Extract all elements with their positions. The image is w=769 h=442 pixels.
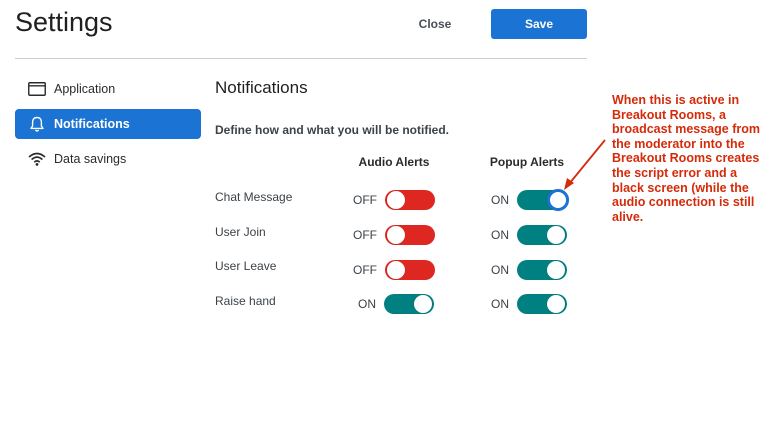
- column-header-audio-alerts: Audio Alerts: [358, 155, 430, 169]
- sidebar-item-label: Data savings: [54, 152, 127, 166]
- toggle-track: [517, 260, 567, 280]
- row-label-chat-message: Chat Message: [215, 190, 293, 204]
- section-description: Define how and what you will be notified…: [215, 123, 450, 137]
- toggle-knob: [414, 295, 432, 313]
- toggle-track: [385, 225, 435, 245]
- row-label-raise-hand: Raise hand: [215, 294, 276, 308]
- toggle-knob: [387, 226, 405, 244]
- toggle-state-label: ON: [491, 228, 509, 242]
- annotation-arrow-icon: [564, 139, 606, 190]
- toggle-track: [517, 225, 567, 245]
- toggle-knob: [547, 226, 565, 244]
- toggle-track: [517, 189, 569, 211]
- page-title: Settings: [15, 7, 113, 37]
- header-divider: [15, 58, 587, 59]
- save-button[interactable]: Save: [491, 9, 587, 39]
- toggle-state-label: OFF: [353, 263, 377, 277]
- user-join-popup-toggle[interactable]: ON: [479, 225, 567, 245]
- toggle-track: [517, 294, 567, 314]
- sidebar: Application Notifications Data savings: [15, 74, 201, 179]
- user-join-audio-toggle[interactable]: OFF: [347, 225, 435, 245]
- annotation-text: When this is active in Breakout Rooms, a…: [612, 93, 760, 224]
- toggle-knob: [547, 189, 569, 211]
- chat-message-popup-toggle[interactable]: ON: [479, 189, 569, 211]
- close-button[interactable]: Close: [400, 9, 470, 39]
- raise-hand-audio-toggle[interactable]: ON: [346, 294, 434, 314]
- application-window-icon: [27, 79, 47, 99]
- toggle-knob: [547, 261, 565, 279]
- wifi-icon: [27, 149, 47, 169]
- toggle-state-label: ON: [491, 263, 509, 277]
- row-label-user-join: User Join: [215, 225, 266, 239]
- sidebar-item-label: Notifications: [54, 117, 130, 131]
- sidebar-item-label: Application: [54, 82, 116, 96]
- sidebar-item-application[interactable]: Application: [15, 74, 201, 104]
- toggle-knob: [387, 261, 405, 279]
- user-leave-audio-toggle[interactable]: OFF: [347, 260, 435, 280]
- user-leave-popup-toggle[interactable]: ON: [479, 260, 567, 280]
- toggle-state-label: ON: [491, 193, 509, 207]
- toggle-state-label: ON: [491, 297, 509, 311]
- sidebar-item-data-savings[interactable]: Data savings: [15, 144, 201, 174]
- row-label-user-leave: User Leave: [215, 259, 277, 273]
- raise-hand-popup-toggle[interactable]: ON: [479, 294, 567, 314]
- bell-icon: [27, 114, 47, 134]
- toggle-state-label: OFF: [353, 193, 377, 207]
- toggle-knob: [387, 191, 405, 209]
- toggle-knob: [547, 295, 565, 313]
- section-title: Notifications: [215, 78, 308, 97]
- chat-message-audio-toggle[interactable]: OFF: [347, 190, 435, 210]
- toggle-track: [385, 190, 435, 210]
- toggle-track: [385, 260, 435, 280]
- toggle-state-label: ON: [358, 297, 376, 311]
- sidebar-item-notifications[interactable]: Notifications: [15, 109, 201, 139]
- toggle-state-label: OFF: [353, 228, 377, 242]
- toggle-track: [384, 294, 434, 314]
